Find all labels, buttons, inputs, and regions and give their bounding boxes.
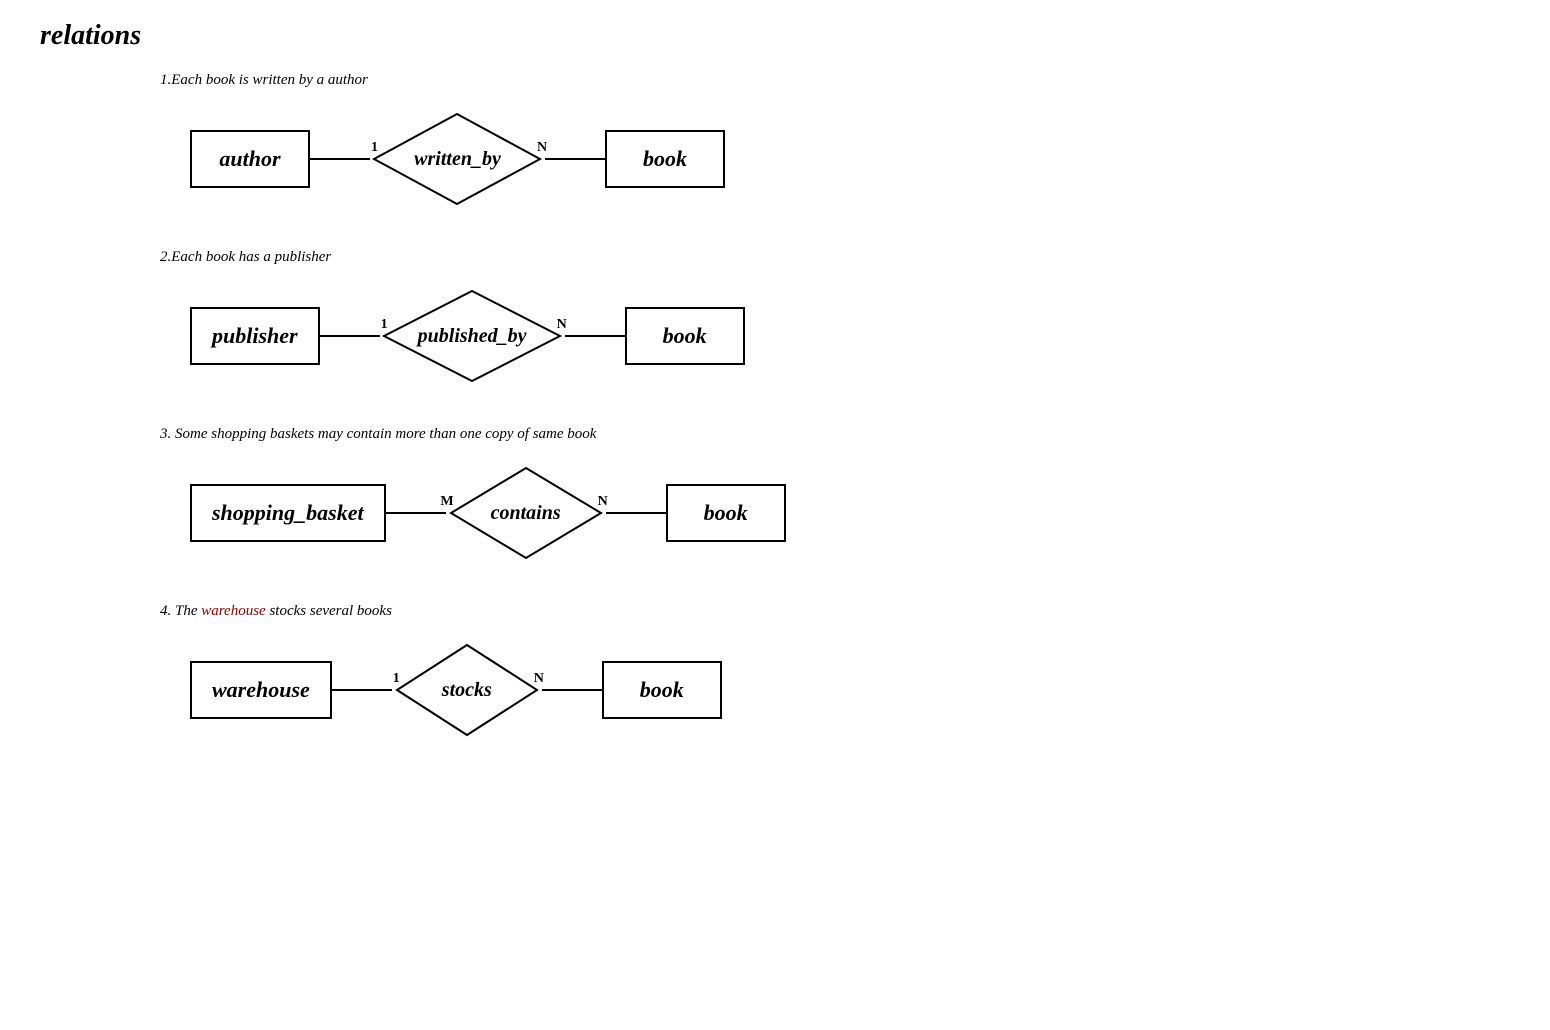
diamond-published-by: published_by — [380, 286, 565, 386]
er-diagram-4: warehouse 1 stocks N book — [190, 640, 1510, 740]
cardinality-2-right: N — [557, 317, 567, 333]
diamond-contains: contains — [446, 463, 606, 563]
relation-block-3: 3. Some shopping baskets may contain mor… — [40, 426, 1510, 563]
relation-label-2: 2.Each book has a publisher — [160, 249, 1510, 266]
diamond-written-by: written_by — [370, 109, 545, 209]
highlight-warehouse: warehouse — [201, 603, 265, 619]
cardinality-1-right: N — [537, 140, 547, 156]
diamond-stocks: stocks — [392, 640, 542, 740]
relation-label-1: 1.Each book is written by a author — [160, 72, 1510, 89]
entity-author: author — [190, 130, 310, 188]
er-diagram-2: publisher 1 published_by N book — [190, 286, 1510, 386]
er-diagram-1: author 1 written_by N book — [190, 109, 1510, 209]
cardinality-3-right: N — [598, 494, 608, 510]
relation-block-1: 1.Each book is written by a author autho… — [40, 72, 1510, 209]
entity-book-3: book — [666, 484, 786, 542]
relation-block-4: 4. The warehouse stocks several books wa… — [40, 603, 1510, 740]
cardinality-4-right: N — [534, 671, 544, 687]
entity-book-1: book — [605, 130, 725, 188]
entity-warehouse: warehouse — [190, 661, 332, 719]
er-diagram-3: shopping_basket M contains N book — [190, 463, 1510, 563]
relation-label-3: 3. Some shopping baskets may contain mor… — [160, 426, 1510, 443]
page-title: relations — [40, 20, 1510, 52]
entity-publisher: publisher — [190, 307, 320, 365]
relation-label-4: 4. The warehouse stocks several books — [160, 603, 1510, 620]
entity-book-2: book — [625, 307, 745, 365]
relation-block-2: 2.Each book has a publisher publisher 1 … — [40, 249, 1510, 386]
entity-shopping-basket: shopping_basket — [190, 484, 386, 542]
entity-book-4: book — [602, 661, 722, 719]
